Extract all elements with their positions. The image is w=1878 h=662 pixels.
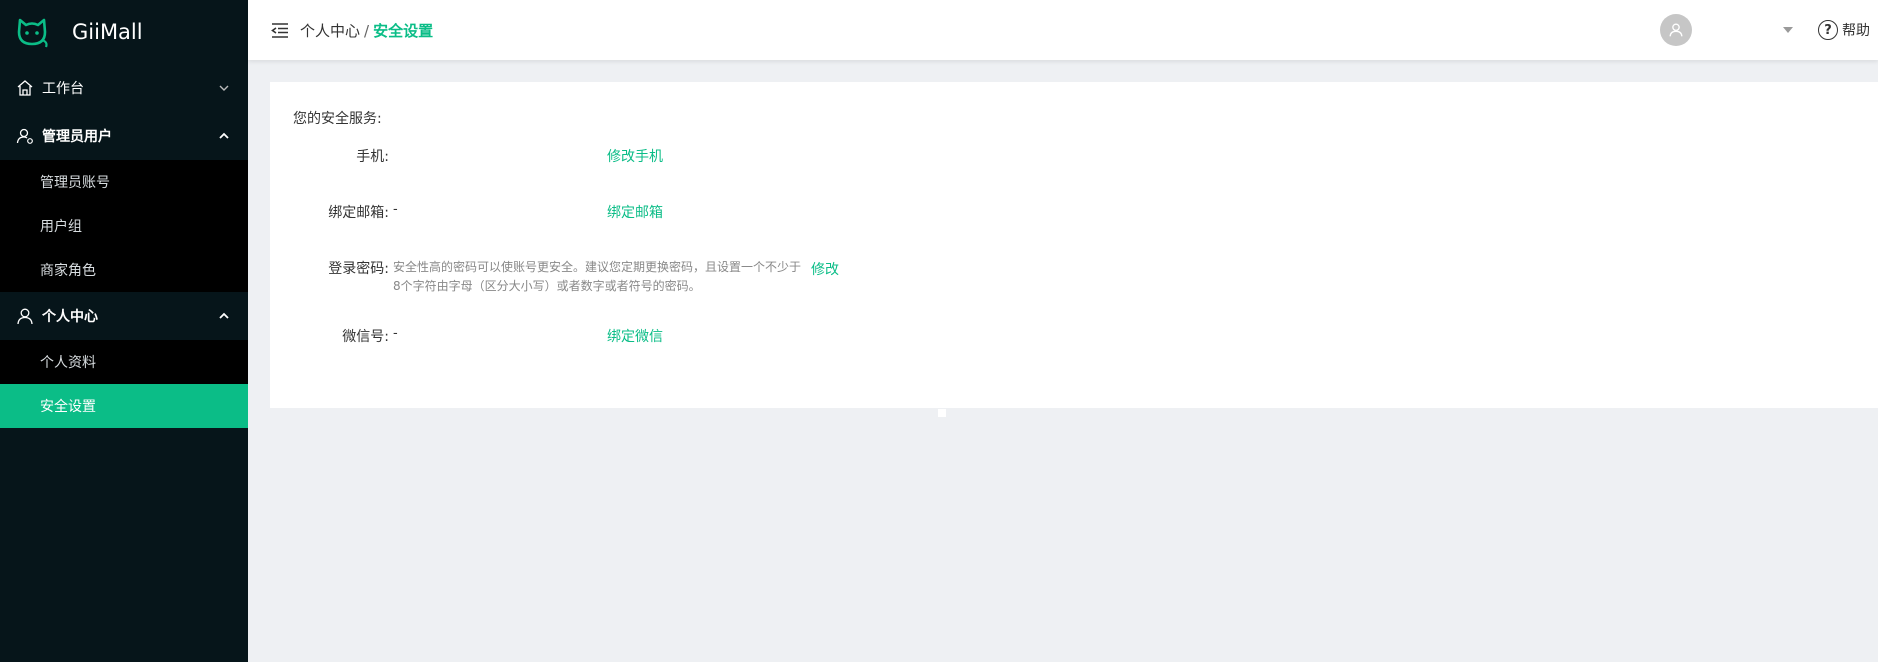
change-phone-link[interactable]: 修改手机 xyxy=(607,146,663,166)
sidebar-item-admin-accounts[interactable]: 管理员账号 xyxy=(0,160,248,204)
question-circle-icon: ? xyxy=(1818,20,1838,40)
help-button[interactable]: ? 帮助 xyxy=(1818,20,1870,40)
security-title: 您的安全服务: xyxy=(293,111,382,127)
sidebar-group-personal-center[interactable]: 个人中心 xyxy=(0,292,248,340)
bind-email-link[interactable]: 绑定邮箱 xyxy=(607,202,663,222)
sidebar-group-label: 工作台 xyxy=(42,81,84,97)
caret-down-icon[interactable] xyxy=(1782,26,1794,34)
change-password-link[interactable]: 修改 xyxy=(811,258,839,279)
help-label: 帮助 xyxy=(1842,23,1870,39)
breadcrumb-current: 安全设置 xyxy=(373,21,434,40)
chevron-up-icon xyxy=(218,130,230,142)
chevron-up-icon xyxy=(218,310,230,322)
header-actions: ? 帮助 xyxy=(1660,0,1878,60)
top-header: 个人中心 / 安全设置 ? 帮助 xyxy=(248,0,1878,60)
sidebar-item-profile[interactable]: 个人资料 xyxy=(0,340,248,384)
home-icon xyxy=(16,79,34,97)
sidebar-item-user-groups[interactable]: 用户组 xyxy=(0,204,248,248)
phone-label: 手机: xyxy=(356,149,389,165)
password-label: 登录密码: xyxy=(328,261,389,277)
submenu-admin-users: 管理员账号 用户组 商家角色 xyxy=(0,160,248,292)
security-row-email: 绑定邮箱: - 绑定邮箱 xyxy=(293,202,1855,258)
menu-fold-icon[interactable] xyxy=(270,20,290,40)
security-row-phone: 手机: 修改手机 xyxy=(293,146,1855,202)
security-row-wechat: 微信号: - 绑定微信 xyxy=(293,326,1855,366)
breadcrumb-separator: / xyxy=(364,21,370,40)
breadcrumb: 个人中心 / 安全设置 xyxy=(300,20,433,41)
bind-wechat-link[interactable]: 绑定微信 xyxy=(607,326,663,346)
email-label: 绑定邮箱: xyxy=(328,205,389,221)
user-icon xyxy=(16,307,34,325)
sidebar-group-label: 管理员用户 xyxy=(42,129,112,145)
sidebar: GiiMall 工作台 管理员用户 管理员账号 用户组 商家角色 个人中心 个人… xyxy=(0,0,248,662)
app-name: GiiMall xyxy=(72,20,143,44)
sidebar-group-label: 个人中心 xyxy=(42,309,98,325)
sidebar-item-merchant-roles[interactable]: 商家角色 xyxy=(0,248,248,292)
sidebar-group-admin-users[interactable]: 管理员用户 xyxy=(0,112,248,160)
avatar-icon[interactable] xyxy=(1660,14,1692,46)
security-row-password: 登录密码: 安全性高的密码可以使账号更安全。建议您定期更换密码，且设置一个不少于… xyxy=(293,258,1855,326)
password-description: 安全性高的密码可以使账号更安全。建议您定期更换密码，且设置一个不少于8个字符由字… xyxy=(393,260,802,293)
resize-handle xyxy=(938,409,946,417)
wechat-value: - xyxy=(393,326,398,341)
sidebar-group-workbench[interactable]: 工作台 xyxy=(0,64,248,112)
breadcrumb-parent[interactable]: 个人中心 xyxy=(300,22,360,40)
chevron-down-icon xyxy=(218,82,230,94)
cat-logo-icon xyxy=(14,14,50,50)
security-card: 您的安全服务: 手机: 修改手机 绑定邮箱: - 绑定邮箱 登录密码: 安全性高… xyxy=(270,82,1878,408)
submenu-personal-center: 个人资料 安全设置 xyxy=(0,340,248,428)
sidebar-item-security-settings[interactable]: 安全设置 xyxy=(0,384,248,428)
wechat-label: 微信号: xyxy=(342,329,389,345)
logo[interactable]: GiiMall xyxy=(0,0,248,64)
email-value: - xyxy=(393,202,398,217)
user-gear-icon xyxy=(16,127,34,145)
